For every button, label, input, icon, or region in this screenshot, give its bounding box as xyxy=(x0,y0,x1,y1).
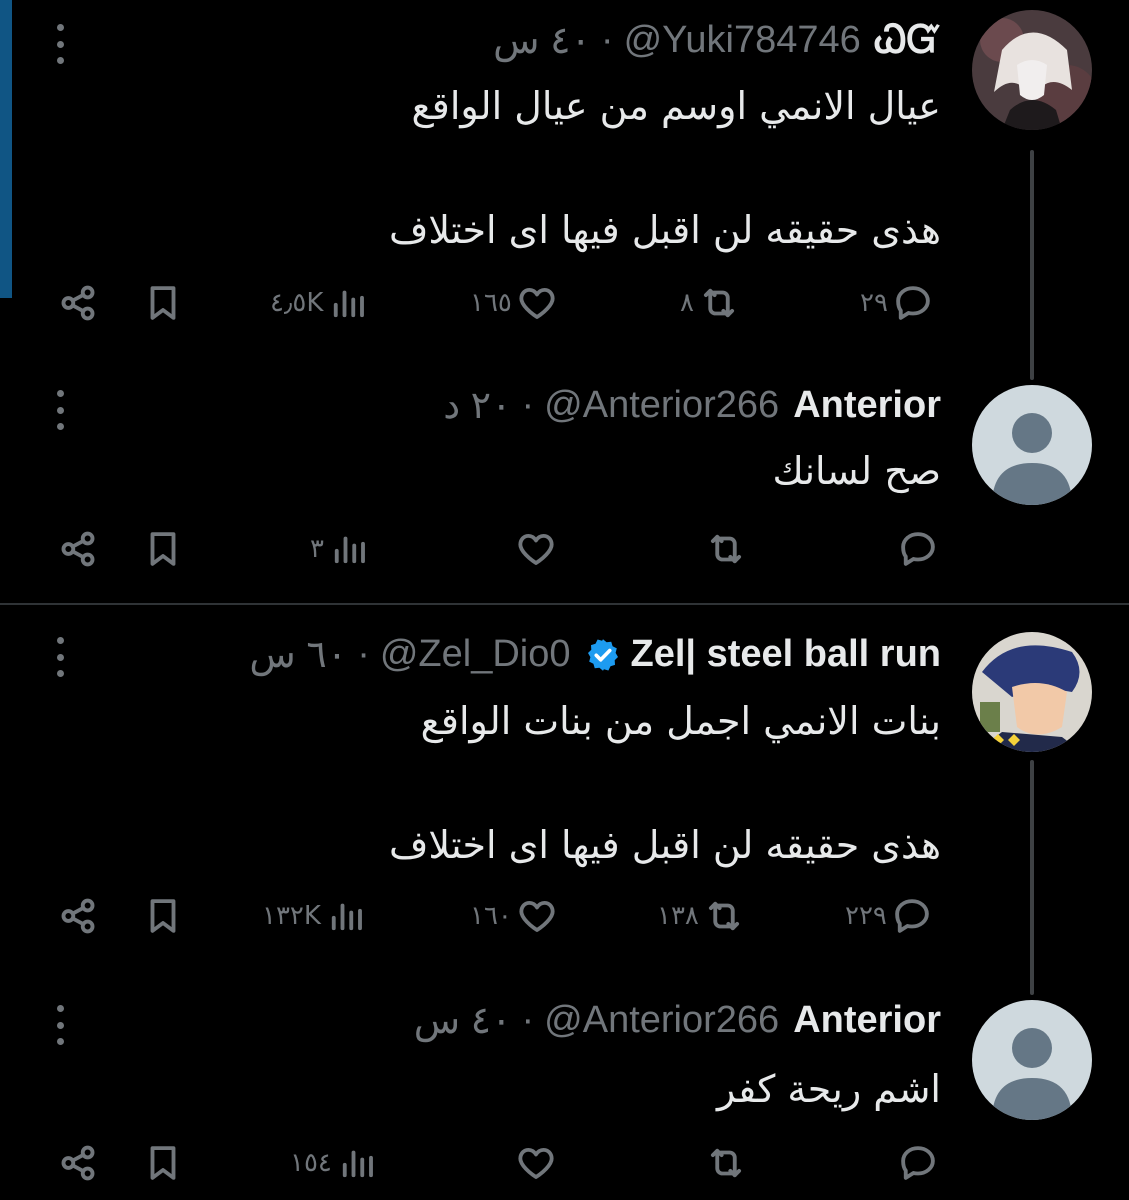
thread-connector xyxy=(1030,150,1034,380)
bookmark-button[interactable] xyxy=(142,1142,184,1184)
views-icon xyxy=(331,903,362,931)
post-header: Anterior @Anterior266 · ٤٠ س xyxy=(414,998,941,1043)
user-handle[interactable]: @Yuki784746 xyxy=(624,19,861,62)
repost-button[interactable]: ١٣٨ xyxy=(657,895,745,937)
reply-button[interactable]: ٢٢٩ xyxy=(845,895,933,937)
like-button[interactable] xyxy=(515,1142,557,1184)
views-button[interactable]: ٤٫٥K xyxy=(270,282,369,324)
post-time[interactable]: ٦٠ س xyxy=(249,632,347,677)
like-button[interactable]: ١٦٠ xyxy=(470,895,558,937)
separator-dot: · xyxy=(357,633,370,675)
like-button[interactable] xyxy=(515,528,557,570)
more-options-button[interactable] xyxy=(50,390,70,430)
share-button[interactable] xyxy=(57,282,99,324)
thread-connector xyxy=(1030,760,1034,995)
views-button[interactable]: ١٥٤ xyxy=(290,1142,378,1184)
post-text: اشم ريحة كفر xyxy=(717,1067,941,1111)
repost-button[interactable] xyxy=(705,528,747,570)
avatar[interactable] xyxy=(972,632,1092,752)
heart-icon xyxy=(519,287,555,319)
user-handle[interactable]: @Anterior266 xyxy=(544,999,779,1042)
share-icon xyxy=(61,285,95,321)
avatar[interactable] xyxy=(972,1000,1092,1120)
verified-badge-icon xyxy=(587,638,618,671)
avatar[interactable] xyxy=(972,10,1092,130)
display-name[interactable]: ᏇᏳ xyxy=(875,19,941,62)
like-count: ١٦٥ xyxy=(470,288,512,318)
views-button[interactable]: ١٣٢K xyxy=(262,895,367,937)
more-options-button[interactable] xyxy=(50,637,70,677)
thread-highlight-bar xyxy=(0,0,12,298)
like-count: ١٦٠ xyxy=(470,901,512,931)
more-options-button[interactable] xyxy=(50,1005,70,1045)
bookmark-button[interactable] xyxy=(142,895,184,937)
post-time[interactable]: ٤٠ س xyxy=(493,18,591,63)
views-count: ٤٫٥K xyxy=(270,288,324,318)
conversation-divider xyxy=(0,603,1129,605)
bookmark-icon xyxy=(150,286,176,320)
reply-icon xyxy=(896,286,930,320)
reply-count: ٢٩ xyxy=(860,288,888,318)
more-options-button[interactable] xyxy=(50,24,70,64)
separator-dot: · xyxy=(521,384,535,426)
heart-icon xyxy=(518,1147,554,1179)
bookmark-icon xyxy=(150,1146,176,1180)
bookmark-icon xyxy=(150,899,176,933)
display-name[interactable]: Anterior xyxy=(793,384,941,427)
views-count: ١٥٤ xyxy=(290,1148,332,1178)
repost-icon xyxy=(710,534,742,564)
reply-count: ٢٢٩ xyxy=(845,901,887,931)
share-icon xyxy=(61,531,95,567)
bookmark-button[interactable] xyxy=(142,282,184,324)
views-icon xyxy=(334,536,365,564)
reply-button[interactable] xyxy=(897,1142,939,1184)
separator-dot: · xyxy=(600,19,614,61)
reply-icon xyxy=(895,899,929,933)
repost-count: ١٣٨ xyxy=(657,901,699,931)
display-name[interactable]: Zel| steel ball run xyxy=(631,633,942,676)
avatar[interactable] xyxy=(972,385,1092,505)
separator-dot: · xyxy=(521,999,535,1041)
repost-icon xyxy=(710,1148,742,1178)
post-text: صح لسانك xyxy=(772,449,941,493)
post-time[interactable]: ٤٠ س xyxy=(414,998,512,1043)
post-header: ᏇᏳ @Yuki784746 · ٤٠ س xyxy=(493,18,941,63)
repost-icon xyxy=(703,288,735,318)
bookmark-button[interactable] xyxy=(142,528,184,570)
share-icon xyxy=(61,1145,95,1181)
heart-icon xyxy=(519,900,555,932)
share-button[interactable] xyxy=(57,528,99,570)
user-handle[interactable]: @Anterior266 xyxy=(544,384,779,427)
post-time[interactable]: ٢٠ د xyxy=(443,383,511,428)
reply-icon xyxy=(901,1146,935,1180)
reply-icon xyxy=(901,532,935,566)
user-handle[interactable]: @Zel_Dio0 xyxy=(380,633,571,676)
views-count: ١٣٢K xyxy=(262,901,321,931)
views-count: ٣ xyxy=(310,534,324,564)
post-text: عيال الانمي اوسم من عيال الواقع هذى حقيق… xyxy=(388,84,941,252)
post-header: Zel| steel ball run @Zel_Dio0 · ٦٠ س xyxy=(249,632,941,677)
share-button[interactable] xyxy=(57,895,99,937)
post-header: Anterior @Anterior266 · ٢٠ د xyxy=(443,383,941,428)
repost-button[interactable] xyxy=(705,1142,747,1184)
bookmark-icon xyxy=(150,532,176,566)
repost-icon xyxy=(708,901,739,931)
share-button[interactable] xyxy=(57,1142,99,1184)
views-icon xyxy=(334,290,365,318)
reply-button[interactable]: ٢٩ xyxy=(860,282,934,324)
repost-button[interactable]: ٨ xyxy=(680,282,740,324)
heart-icon xyxy=(518,533,554,565)
views-icon xyxy=(342,1150,373,1178)
views-button[interactable]: ٣ xyxy=(310,528,370,570)
post-text: بنات الانمي اجمل من بنات الواقع هذى حقيق… xyxy=(388,699,941,867)
repost-count: ٨ xyxy=(680,288,694,318)
share-icon xyxy=(61,898,95,934)
reply-button[interactable] xyxy=(897,528,939,570)
like-button[interactable]: ١٦٥ xyxy=(470,282,558,324)
display-name[interactable]: Anterior xyxy=(793,999,941,1042)
